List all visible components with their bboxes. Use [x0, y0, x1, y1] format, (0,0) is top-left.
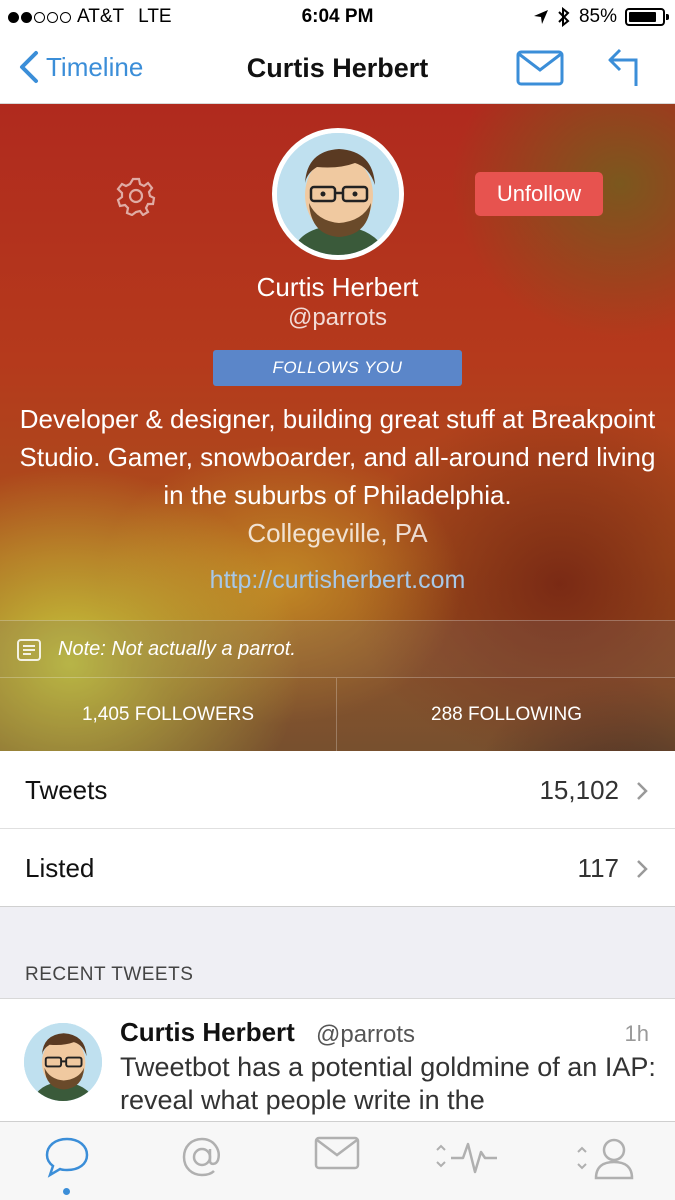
- note-text: Note: Not actually a parrot.: [58, 638, 296, 660]
- profile-bio: Developer & designer, building great stu…: [19, 404, 656, 510]
- stat-value: 117: [577, 853, 619, 883]
- envelope-icon: [314, 1136, 360, 1170]
- speech-bubble-icon: [45, 1137, 89, 1178]
- avatar[interactable]: [24, 1023, 102, 1101]
- profile-icon: [577, 1138, 634, 1180]
- profile-website-link[interactable]: http://curtisherbert.com: [0, 566, 675, 595]
- tab-mentions[interactable]: [162, 1136, 242, 1186]
- profile-stats-list: Tweets 15,102 Listed 117: [0, 751, 675, 907]
- envelope-icon: [516, 50, 564, 86]
- tab-messages[interactable]: [297, 1136, 377, 1186]
- settings-button[interactable]: [116, 176, 156, 221]
- chevron-right-icon: [637, 860, 648, 878]
- tweet-cell[interactable]: Curtis Herbert @parrots 1h Tweetbot has …: [0, 998, 675, 1122]
- chevron-right-icon: [637, 782, 648, 800]
- tab-timeline[interactable]: [27, 1136, 107, 1186]
- active-tab-indicator: [63, 1188, 70, 1195]
- note-icon: [17, 639, 41, 661]
- stat-value: 15,102: [539, 775, 619, 805]
- at-sign-icon: [182, 1137, 220, 1177]
- tab-profile[interactable]: [566, 1136, 646, 1186]
- reply-button[interactable]: [606, 46, 644, 93]
- stat-label: Listed: [25, 853, 95, 883]
- recent-tweets-header: RECENT TWEETS: [25, 964, 194, 985]
- follow-counts: 1,405 FOLLOWERS 288 FOLLOWING: [0, 678, 675, 751]
- direct-message-button[interactable]: [516, 50, 564, 91]
- unfollow-button[interactable]: Unfollow: [475, 172, 603, 216]
- profile-avatar[interactable]: [272, 128, 404, 260]
- listed-row[interactable]: Listed 117: [0, 829, 675, 907]
- activity-icon: [436, 1142, 497, 1174]
- follows-you-badge: FOLLOWS YOU: [213, 350, 462, 386]
- profile-handle: @parrots: [287, 304, 388, 331]
- tweet-text: Tweetbot has a potential goldmine of an …: [120, 1052, 656, 1115]
- page-title: Curtis Herbert: [246, 53, 429, 83]
- tweets-row[interactable]: Tweets 15,102: [0, 751, 675, 829]
- profile-note[interactable]: Note: Not actually a parrot.: [0, 620, 675, 678]
- tweet-author-handle: @parrots: [316, 1021, 416, 1048]
- battery-icon: [625, 8, 669, 26]
- gear-icon: [116, 177, 156, 217]
- status-bar: AT&T LTE 6:04 PM 85%: [0, 0, 675, 36]
- navigation-bar: Timeline Curtis Herbert: [0, 36, 675, 104]
- reply-arrow-icon: [608, 48, 638, 86]
- tab-bar: [0, 1121, 675, 1200]
- profile-name: Curtis Herbert: [256, 272, 419, 302]
- followers-button[interactable]: 1,405 FOLLOWERS: [0, 678, 337, 751]
- profile-location: Collegeville, PA: [247, 518, 428, 548]
- tweet-author-name: Curtis Herbert: [120, 1017, 295, 1047]
- battery-percent: 85%: [578, 6, 617, 27]
- location-arrow-icon: [533, 10, 548, 24]
- tweet-timestamp: 1h: [624, 1021, 649, 1046]
- status-right: 85%: [533, 6, 669, 28]
- bluetooth-icon: [558, 7, 570, 27]
- profile-header: Unfollow Curtis Herbert @parrots FOLLOWS…: [0, 104, 675, 751]
- following-button[interactable]: 288 FOLLOWING: [338, 678, 675, 751]
- avatar-image: [277, 133, 399, 255]
- tab-activity[interactable]: [428, 1136, 508, 1186]
- stat-label: Tweets: [25, 775, 108, 805]
